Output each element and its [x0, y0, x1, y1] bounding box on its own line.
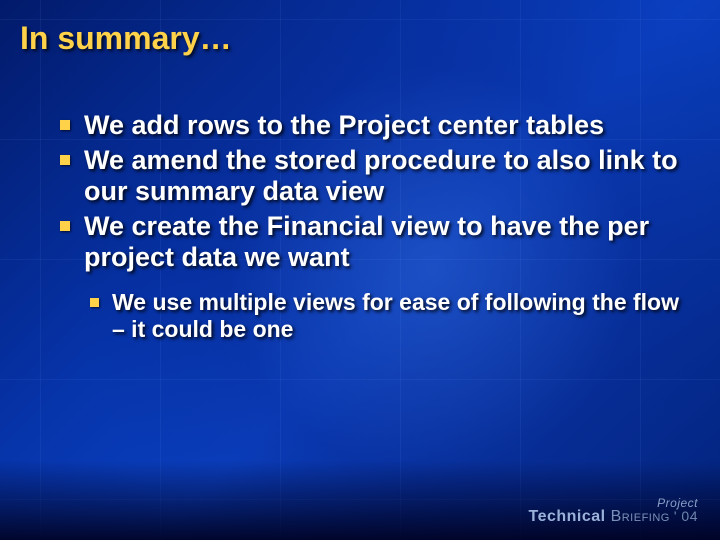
footer-word-technical: Technical [528, 508, 605, 525]
bullet-item: We amend the stored procedure to also li… [60, 145, 680, 207]
footer-word-briefing: Briefing [611, 508, 670, 525]
sub-bullet-item: We use multiple views for ease of follow… [90, 289, 680, 342]
sub-bullet-list: We use multiple views for ease of follow… [60, 289, 680, 342]
bullet-item: We create the Financial view to have the… [60, 211, 680, 273]
slide-title: In summary… [20, 20, 232, 57]
bullet-item: We add rows to the Project center tables [60, 110, 680, 141]
bullet-list: We add rows to the Project center tables… [60, 110, 680, 346]
footer-branding: Project Technical Briefing' 04 [528, 497, 698, 526]
bullet-item-container: ul.main > li:nth-child(4)::before{displa… [60, 289, 680, 342]
slide: In summary… We add rows to the Project c… [0, 0, 720, 540]
footer-year: ' 04 [674, 508, 698, 524]
